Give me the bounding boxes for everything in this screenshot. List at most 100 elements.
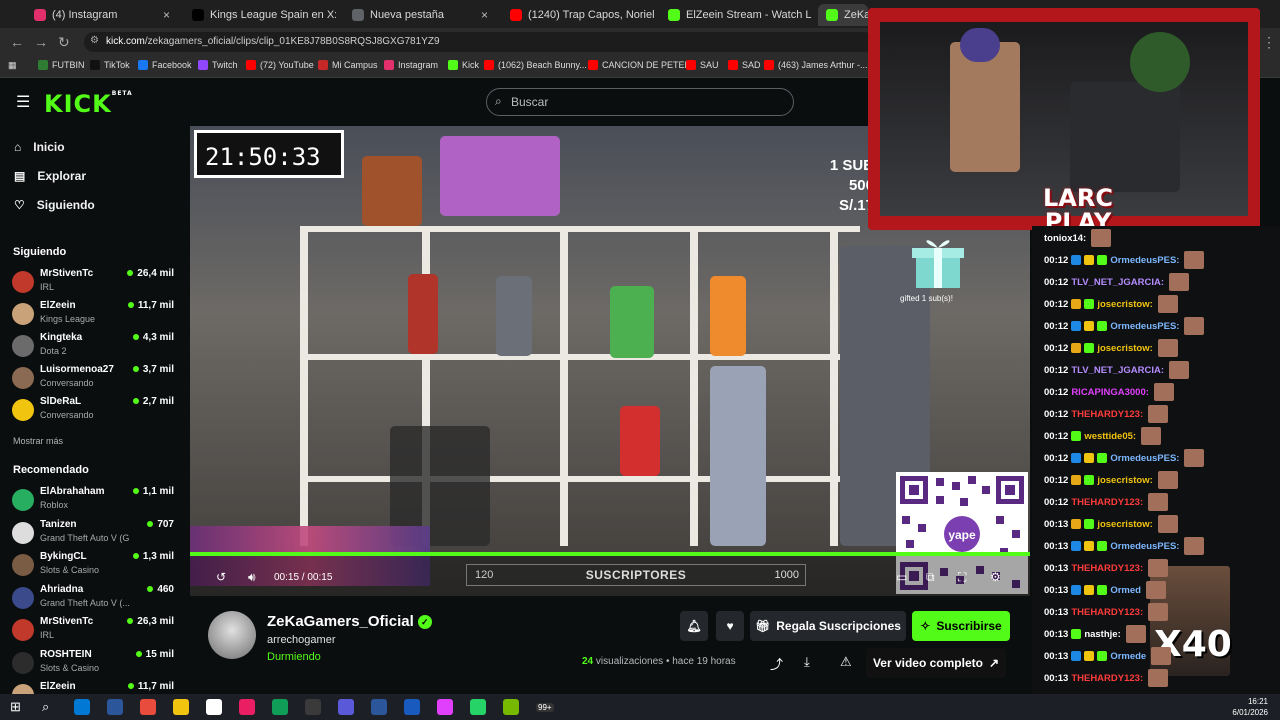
follow-button[interactable]: ♥ (716, 611, 744, 641)
sidebar-channel[interactable]: Ahriadna Grand Theft Auto V (... 460 (12, 584, 180, 614)
replay-icon[interactable]: ↺ (216, 570, 226, 584)
browser-menu-icon[interactable]: ⋮ (1262, 34, 1276, 51)
chat-username[interactable]: OrmedeusPES: (1110, 453, 1179, 464)
taskbar-app-icon[interactable] (305, 699, 321, 715)
apps-grid-icon[interactable]: ▦ (8, 60, 17, 71)
pip-icon[interactable]: ⧉ (926, 570, 935, 585)
browser-tab[interactable]: ZeKaGa (818, 4, 868, 26)
taskbar-app-icon[interactable] (503, 699, 519, 715)
sidebar-nav-siguiendo[interactable]: ♡ Siguiendo (14, 198, 95, 212)
browser-tab[interactable]: (1240) Trap Capos, Noriel -× (502, 4, 654, 26)
notifications-button[interactable]: 🔔︎ (680, 611, 708, 641)
sidebar-channel[interactable]: SlDeRaL Conversando 2,7 mil (12, 396, 180, 426)
bookmark-item[interactable]: CANCION DE PETER (588, 60, 691, 70)
bookmark-item[interactable]: Instagram (384, 60, 438, 70)
taskbar-app-icon[interactable] (272, 699, 288, 715)
sidebar-nav-inicio[interactable]: ⌂ Inicio (14, 140, 65, 154)
forward-icon[interactable]: → (34, 34, 48, 50)
download-icon[interactable]: ⤓ (804, 654, 810, 670)
sidebar-channel[interactable]: MrStivenTc IRL 26,3 mil (12, 616, 180, 646)
browser-tab[interactable]: Kings League Spain en X: "¿Cón× (184, 4, 336, 26)
chat-username[interactable]: OrmedeusPES: (1110, 321, 1179, 332)
system-clock[interactable]: 16:21 6/01/2026 (1232, 696, 1268, 718)
kick-logo[interactable]: KICKBETA (44, 90, 133, 118)
settings-icon[interactable]: ⚙ (990, 570, 1001, 584)
reload-icon[interactable]: ↻ (58, 34, 70, 51)
chat-username[interactable]: josecristow: (1097, 475, 1152, 486)
bookmark-item[interactable]: FUTBIN (38, 60, 85, 70)
browser-tab[interactable]: (4) Instagram × (26, 4, 178, 26)
browser-tab[interactable]: ElZeein Stream - Watch Live on× (660, 4, 812, 26)
chat-username[interactable]: TLV_NET_JGARCIA: (1071, 365, 1164, 376)
taskbar-app-icon[interactable] (404, 699, 420, 715)
bookmark-item[interactable]: (72) YouTube (246, 60, 314, 70)
chat-username[interactable]: josecristow: (1097, 343, 1152, 354)
chat-username[interactable]: THEHARDY123: (1071, 409, 1143, 420)
subscribe-button[interactable]: ✧ Suscribirse (912, 611, 1010, 641)
full-video-button[interactable]: Ver video completo ↗ (866, 648, 1006, 678)
taskbar-app-icon[interactable] (338, 699, 354, 715)
taskbar-app-icon[interactable] (107, 699, 123, 715)
sidebar-channel[interactable]: MrStivenTc IRL 26,4 mil (12, 268, 180, 298)
bookmark-item[interactable]: SAU (686, 60, 719, 70)
taskbar-app-icon[interactable] (206, 699, 222, 715)
volume-icon[interactable]: 🔊︎ (248, 570, 256, 585)
chat-username[interactable]: Ormede (1110, 651, 1146, 662)
sidebar-channel[interactable]: BykingCL Slots & Casino 1,3 mil (12, 551, 180, 581)
chat-username[interactable]: OrmedeusPES: (1110, 255, 1179, 266)
channel-avatar[interactable] (208, 611, 256, 659)
chat-username[interactable]: TLV_NET_JGARCIA: (1071, 277, 1164, 288)
sidebar-channel[interactable]: Luisormenoa27 Conversando 3,7 mil (12, 364, 180, 394)
site-info-icon[interactable]: ⚙ (90, 35, 99, 46)
chat-username[interactable]: josecristow: (1097, 519, 1152, 530)
sidebar-channel[interactable]: ElAbrahaham Roblox 1,1 mil (12, 486, 180, 516)
show-more-link[interactable]: Mostrar más (13, 436, 63, 446)
tab-close-icon[interactable]: × (481, 8, 488, 22)
sidebar-channel[interactable]: ROSHTEIN Slots & Casino 15 mil (12, 649, 180, 679)
chat-username[interactable]: nasthje: (1084, 629, 1120, 640)
sidebar-channel[interactable]: ElZeein Kings League 11,7 mil (12, 300, 180, 330)
bookmark-item[interactable]: Mi Campus (318, 60, 378, 70)
browser-tab[interactable]: Nueva pestaña × (344, 4, 496, 26)
search-input[interactable]: ⌕ Buscar (486, 88, 794, 116)
chat-username[interactable]: THEHARDY123: (1071, 497, 1143, 508)
chat-username[interactable]: THEHARDY123: (1071, 563, 1143, 574)
taskbar-search-icon[interactable]: ⌕ (42, 699, 49, 715)
theater-mode-icon[interactable]: ▭ (896, 570, 907, 584)
back-icon[interactable]: ← (10, 34, 24, 50)
chat-username[interactable]: Ormed (1110, 585, 1141, 596)
address-bar[interactable]: ⚙ kick.com/zekagamers_oficial/clips/clip… (84, 32, 874, 52)
chat-username[interactable]: toniox14: (1044, 233, 1086, 244)
windows-start-icon[interactable]: ⊞ (10, 699, 21, 715)
share-icon[interactable]: ⤴ (770, 654, 783, 673)
taskbar-app-icon[interactable] (140, 699, 156, 715)
gift-subs-button[interactable]: 🎁︎ Regala Suscripciones (750, 611, 906, 641)
taskbar-app-icon[interactable] (239, 699, 255, 715)
report-icon[interactable]: ⚠ (840, 654, 852, 670)
sidebar-channel[interactable]: Kingteka Dota 2 4,3 mil (12, 332, 180, 362)
bookmark-item[interactable]: Twitch (198, 60, 238, 70)
bookmark-item[interactable]: Facebook (138, 60, 192, 70)
fullscreen-icon[interactable]: ⛶ (958, 570, 966, 585)
taskbar-app-icon[interactable] (470, 699, 486, 715)
chat-username[interactable]: OrmedeusPES: (1110, 541, 1179, 552)
taskbar-app-icon[interactable] (74, 699, 90, 715)
bookmark-item[interactable]: (463) James Arthur -... (764, 60, 868, 70)
channel-name[interactable]: ZeKaGamers_Oficial ✓ (267, 613, 432, 630)
bookmark-item[interactable]: Kick (448, 60, 479, 70)
clipped-by[interactable]: arrechogamer (267, 634, 335, 646)
taskbar-app-icon[interactable] (371, 699, 387, 715)
sidebar-channel[interactable]: Tanizen Grand Theft Auto V (G... 707 (12, 519, 180, 549)
sidebar-nav-explorar[interactable]: ▤ Explorar (14, 169, 86, 183)
chat-username[interactable]: THEHARDY123: (1071, 607, 1143, 618)
chat-username[interactable]: westtide05: (1084, 431, 1136, 442)
taskbar-app-icon[interactable] (437, 699, 453, 715)
tab-close-icon[interactable]: × (163, 8, 170, 22)
chat-username[interactable]: josecristow: (1097, 299, 1152, 310)
hamburger-menu-icon[interactable]: ☰ (16, 92, 30, 112)
bookmark-item[interactable]: SAD (728, 60, 761, 70)
chat-username[interactable]: RICAPINGA3000: (1071, 387, 1149, 398)
bookmark-item[interactable]: (1062) Beach Bunny... (484, 60, 587, 70)
bookmark-item[interactable]: TikTok (90, 60, 130, 70)
taskbar-app-icon[interactable] (173, 699, 189, 715)
